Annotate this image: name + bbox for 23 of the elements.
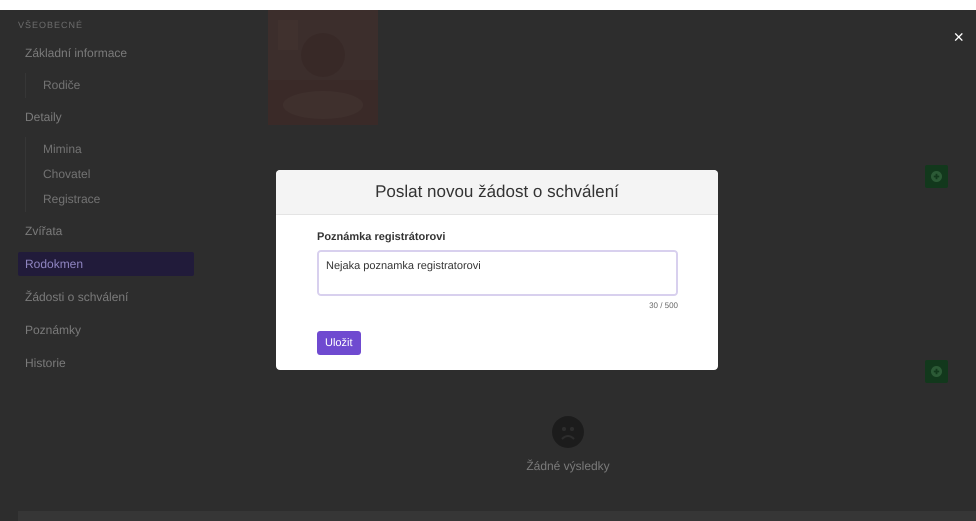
sidebar-subitem[interactable]: Registrace [43,187,194,212]
sidebar-item[interactable]: Zvířata [18,219,194,243]
sidebar-item[interactable]: Historie [18,351,194,375]
sidebar-subitem[interactable]: Mimina [43,137,194,162]
sidebar-item[interactable]: Základní informace [18,41,194,65]
close-button[interactable]: × [947,26,970,49]
sidebar-subitem[interactable]: Rodiče [43,73,194,98]
empty-message: Žádné výsledky [526,459,610,473]
add-button[interactable] [925,360,948,383]
note-field[interactable]: Nejaka poznamka registratorovi [317,250,678,296]
plus-icon [931,171,942,182]
field-label: Poznámka registrátorovi [317,231,446,243]
dialog-title: Poslat novou žádost o schválení [375,182,619,202]
sidebar-item[interactable]: Poznámky [18,318,194,342]
save-button[interactable]: Uložit [317,331,361,355]
add-button[interactable] [925,165,948,188]
character-counter: 30 / 500 [649,301,678,310]
plus-icon [931,366,942,377]
sidebar-item[interactable]: Detaily [18,105,194,129]
section-heading: VŠEOBECNÉ [18,20,84,32]
sidebar-item[interactable]: Rodokmen [18,252,194,276]
sidebar-item[interactable]: Žádosti o schválení [18,285,194,309]
sidebar-subitem[interactable]: Chovatel [43,162,194,187]
